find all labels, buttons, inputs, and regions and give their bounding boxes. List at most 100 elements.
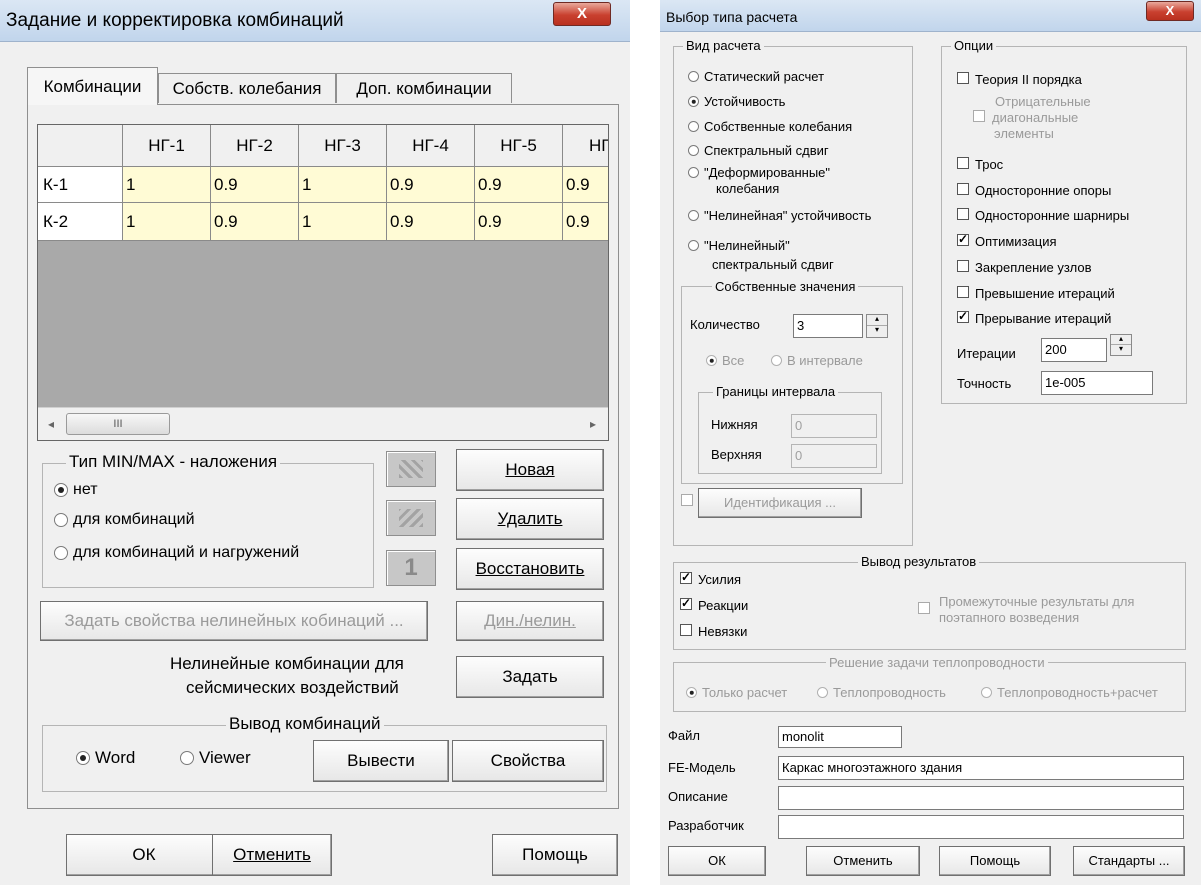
heat-conduction-radio[interactable]: Теплопроводность [817,685,946,700]
file-input[interactable]: monolit [778,726,902,748]
overlay-none-radio[interactable]: нет [54,481,98,499]
table-cell[interactable]: 0.9 [211,167,299,203]
column-header[interactable]: НГ- [563,125,608,167]
nonlinear-stability-radio[interactable]: "Нелинейная" устойчивость [688,208,871,223]
table-cell[interactable]: 0.9 [563,167,608,203]
table-cell[interactable]: 0.9 [387,167,475,203]
close-button[interactable]: X [553,2,611,26]
radio-circle[interactable] [688,71,699,82]
row-header[interactable]: К-2 [38,203,123,241]
radio-circle[interactable] [771,355,782,366]
one-side-hinges-checkbox[interactable]: Односторонние шарниры [957,208,1129,223]
scroll-left-arrow[interactable]: ◂ [42,414,60,434]
count-spinner[interactable]: ▴ ▾ [866,314,888,338]
delete-button[interactable]: Удалить [456,498,604,540]
column-header[interactable]: НГ-3 [299,125,387,167]
model-input[interactable]: Каркас многоэтажного здания [778,756,1184,780]
cancel-button[interactable]: Отменить [212,834,332,876]
properties-button[interactable]: Свойства [452,740,604,782]
overlay-combinations-radio[interactable]: для комбинаций [54,511,195,529]
iterations-spinner[interactable]: ▴ ▾ [1110,334,1132,356]
nonlinear-props-button[interactable]: Задать свойства нелинейных кобинаций ... [40,601,428,641]
combinations-table[interactable]: НГ-1 НГ-2 НГ-3 НГ-4 НГ-5 НГ- К-1 1 0.9 1… [37,124,609,441]
checkbox-box[interactable] [957,183,969,195]
calc-only-radio[interactable]: Только расчет [686,685,787,700]
table-cell[interactable]: 1 [299,167,387,203]
checkbox-box[interactable] [680,624,692,636]
tab-additional[interactable]: Доп. комбинации [336,73,512,103]
range-radio[interactable]: В интервале [771,353,863,368]
spin-down-icon[interactable]: ▾ [1111,345,1131,355]
radio-circle[interactable] [54,483,68,497]
all-radio[interactable]: Все [706,353,744,368]
cancel-button[interactable]: Отменить [806,846,920,876]
tab-eigen[interactable]: Собств. колебания [158,73,336,103]
horizontal-scrollbar[interactable]: ◂ III ▸ [38,407,608,440]
radio-circle[interactable] [54,546,68,560]
ok-button[interactable]: ОК [668,846,766,876]
identification-button[interactable]: Идентификация ... [698,488,862,518]
radio-circle[interactable] [706,355,717,366]
dyn-nonlin-button[interactable]: Дин./нелин. [456,601,604,641]
nonlinear-spectral-radio[interactable]: "Нелинейный" [688,238,790,253]
scroll-thumb[interactable]: III [66,413,170,435]
iter-break-checkbox[interactable]: Прерывание итераций [957,309,1111,326]
checkbox-box[interactable] [957,286,969,298]
theory2-checkbox[interactable]: Теория II порядка [957,72,1082,87]
iterations-input[interactable]: 200 [1041,338,1107,362]
radio-circle[interactable] [688,167,699,178]
table-cell[interactable]: 0.9 [475,203,563,241]
checkbox-box[interactable] [957,232,969,246]
delete-icon-button[interactable] [386,500,436,536]
description-input[interactable] [778,786,1184,810]
export-button[interactable]: Вывести [313,740,449,782]
heat-conduction-calc-radio[interactable]: Теплопроводность+расчет [981,685,1158,700]
checkbox-box[interactable] [957,208,969,220]
word-radio[interactable]: Word [76,748,135,768]
deformed-oscillations-radio[interactable]: "Деформированные" [688,165,830,180]
one-side-supports-checkbox[interactable]: Односторонние опоры [957,183,1111,198]
intermediate-results-checkbox[interactable] [918,602,936,614]
radio-circle[interactable] [76,751,90,765]
checkbox-box[interactable] [957,157,969,169]
row-header[interactable]: К-1 [38,167,123,203]
table-cell[interactable]: 0.9 [387,203,475,241]
checkbox-box[interactable] [973,110,985,122]
radio-circle[interactable] [688,240,699,251]
table-cell[interactable]: 0.9 [211,203,299,241]
identification-checkbox[interactable] [681,494,699,506]
residuals-checkbox[interactable]: Невязки [680,624,747,639]
spin-down-icon[interactable]: ▾ [867,326,887,337]
cable-checkbox[interactable]: Трос [957,157,1003,172]
radio-circle[interactable] [817,687,828,698]
set-button[interactable]: Задать [456,656,604,698]
table-cell[interactable]: 1 [299,203,387,241]
new-button[interactable]: Новая [456,449,604,491]
column-header[interactable]: НГ-5 [475,125,563,167]
spectral-shift-radio[interactable]: Спектральный сдвиг [688,143,829,158]
radio-circle[interactable] [180,751,194,765]
radio-circle[interactable] [688,121,699,132]
eigen-oscillations-radio[interactable]: Собственные колебания [688,119,852,134]
table-cell[interactable]: 0.9 [475,167,563,203]
viewer-radio[interactable]: Viewer [180,748,251,768]
help-button[interactable]: Помощь [939,846,1051,876]
radio-circle[interactable] [688,96,699,107]
static-radio[interactable]: Статический расчет [688,69,824,84]
radio-circle[interactable] [54,513,68,527]
checkbox-box[interactable] [957,260,969,272]
column-header[interactable]: НГ-1 [123,125,211,167]
help-button[interactable]: Помощь [492,834,618,876]
checkbox-box[interactable] [680,570,692,584]
checkbox-box[interactable] [957,309,969,323]
scroll-right-arrow[interactable]: ▸ [584,414,602,434]
node-fixing-checkbox[interactable]: Закрепление узлов [957,260,1092,275]
radio-circle[interactable] [981,687,992,698]
checkbox-box[interactable] [918,602,930,614]
precision-input[interactable]: 1e-005 [1041,371,1153,395]
lower-input[interactable]: 0 [791,414,877,438]
table-cell[interactable]: 1 [123,203,211,241]
stability-radio[interactable]: Устойчивость [688,94,785,109]
close-button[interactable]: X [1146,1,1194,21]
radio-circle[interactable] [688,145,699,156]
